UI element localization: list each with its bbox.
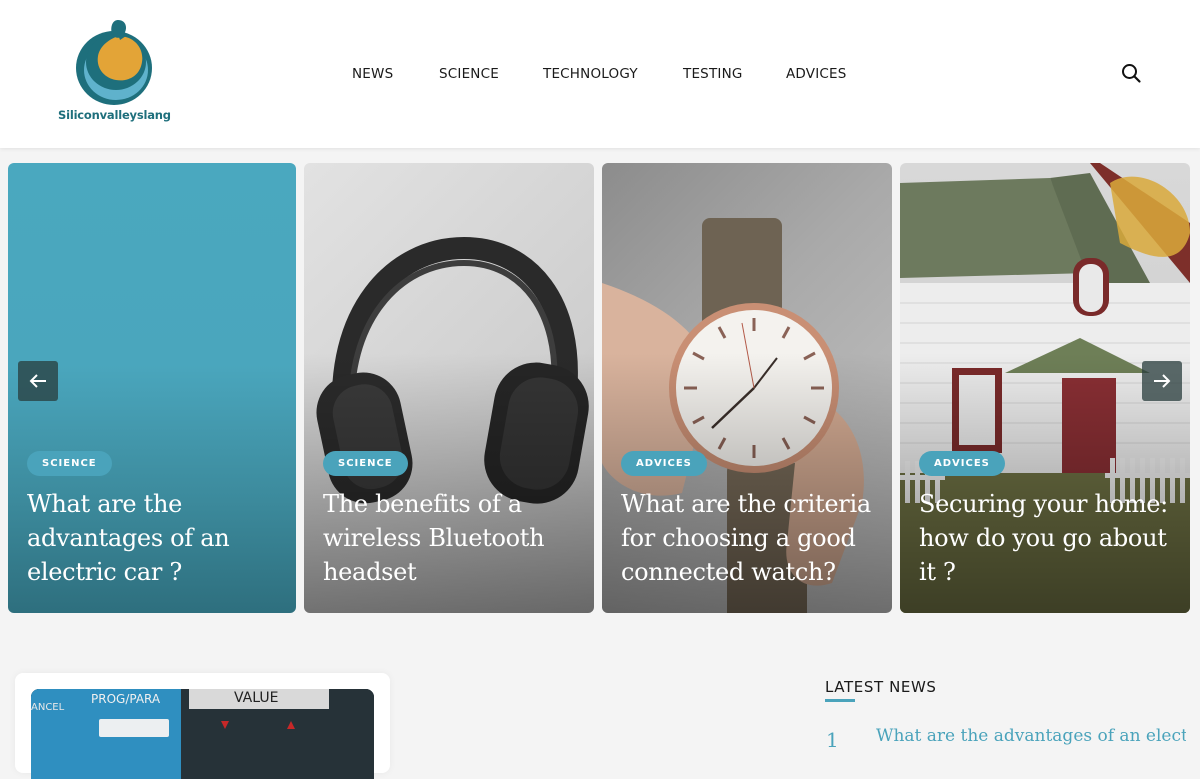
category-badge[interactable]: ADVICES [621, 451, 707, 476]
featured-slider: SCIENCE What are the advantages of an el… [0, 163, 1200, 613]
logo-text: Siliconvalleyslang [58, 108, 171, 122]
slider-prev-button[interactable] [18, 361, 58, 401]
nav-item-advices[interactable]: ADVICES [786, 66, 847, 82]
main-nav: NEWS SCIENCE TECHNOLOGY TESTING ADVICES [0, 66, 1200, 86]
latest-news-heading: LATEST NEWS [825, 678, 937, 696]
nav-item-testing[interactable]: TESTING [683, 66, 743, 82]
search-icon [1122, 64, 1141, 83]
arrow-left-icon [29, 374, 46, 388]
site-header: Siliconvalleyslang NEWS SCIENCE TECHNOLO… [0, 0, 1200, 148]
category-badge[interactable]: SCIENCE [323, 451, 408, 476]
image-label: VALUE [234, 690, 279, 706]
arrow-right-icon [1154, 374, 1171, 388]
category-badge[interactable]: SCIENCE [27, 451, 112, 476]
category-badge[interactable]: ADVICES [919, 451, 1005, 476]
heading-underline [825, 699, 855, 702]
slider-next-button[interactable] [1142, 361, 1182, 401]
nav-item-science[interactable]: SCIENCE [439, 66, 499, 82]
card-title[interactable]: What are the criteria for choosing a goo… [621, 487, 876, 589]
image-label: PROG/PARA [91, 692, 161, 706]
image-label: ANCEL [31, 702, 65, 713]
slider-card[interactable]: ADVICES What are the criteria for choosi… [602, 163, 892, 613]
latest-item-link[interactable]: What are the advantages of an electric c… [876, 726, 1186, 746]
synth-panel-image: ANCEL PROG/PARA VALUE [31, 689, 374, 779]
logo-icon [76, 20, 152, 105]
card-title[interactable]: The benefits of a wireless Bluetooth hea… [323, 487, 578, 589]
latest-item-number: 1 [826, 728, 839, 752]
nav-item-news[interactable]: NEWS [352, 66, 393, 82]
featured-article-card[interactable]: ANCEL PROG/PARA VALUE [15, 673, 390, 779]
slider-card[interactable]: SCIENCE The benefits of a wireless Bluet… [304, 163, 594, 613]
card-title[interactable]: What are the advantages of an electric c… [27, 487, 282, 589]
card-title[interactable]: Securing your home: how do you go about … [919, 487, 1174, 589]
nav-item-technology[interactable]: TECHNOLOGY [543, 66, 638, 82]
search-button[interactable] [1120, 62, 1142, 84]
